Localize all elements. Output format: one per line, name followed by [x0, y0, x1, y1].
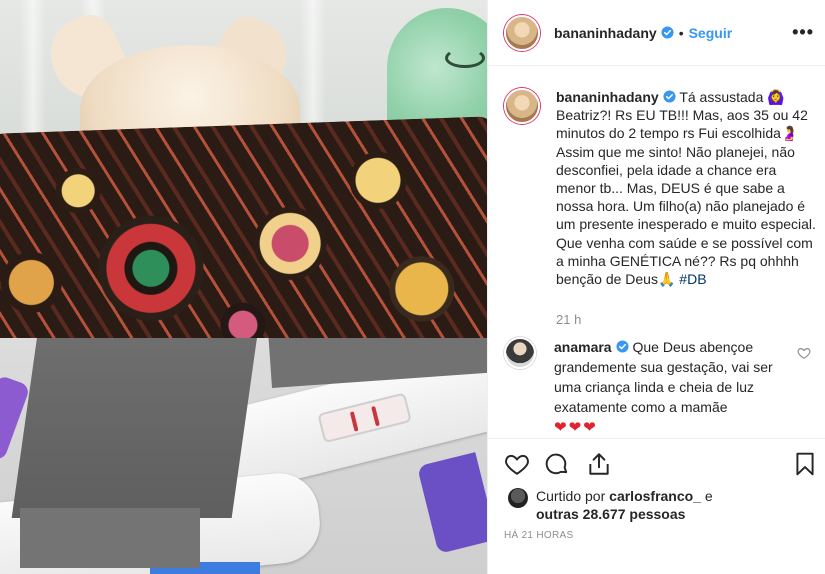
- comment-item: anamara Que Deus abençoe grandemente sua…: [504, 337, 816, 438]
- post-caption: bananinhadany Tá assustada 🙆‍♀️ Beatriz?…: [504, 88, 816, 288]
- separator-dot: •: [678, 24, 684, 41]
- commenter-username[interactable]: anamara: [554, 339, 612, 355]
- likes-prefix: Curtido por: [536, 488, 610, 504]
- comment-hearts: ❤❤❤: [554, 419, 598, 436]
- post-media[interactable]: [0, 0, 487, 574]
- verified-icon: [661, 26, 674, 39]
- post-panel: bananinhadany • Seguir ••• bananinhadany…: [487, 0, 825, 574]
- caption-time: 21 h: [556, 312, 582, 327]
- result-line: [371, 405, 380, 427]
- caption-username[interactable]: bananinhadany: [556, 89, 659, 105]
- gray-overlay: [20, 508, 200, 568]
- author-avatar[interactable]: [504, 14, 540, 51]
- hashtag-link[interactable]: #DB: [679, 271, 706, 287]
- likes-count-link[interactable]: outras 28.677 pessoas: [536, 506, 685, 522]
- verified-icon: [616, 340, 629, 353]
- more-options-icon[interactable]: •••: [792, 22, 814, 43]
- share-icon[interactable]: [586, 451, 612, 477]
- comment-text: anamara Que Deus abençoe grandemente sua…: [554, 337, 792, 438]
- liker-username[interactable]: carlosfranco_: [609, 488, 701, 504]
- caption-body: Tá assustada 🙆‍♀️ Beatriz?! Rs EU TB!!! …: [556, 89, 816, 288]
- post-timestamp[interactable]: HÁ 21 HORAS: [504, 530, 573, 541]
- patterned-blanket: [0, 116, 487, 338]
- photo-pregnancy-tests: [0, 338, 487, 574]
- post-header: bananinhadany • Seguir •••: [488, 0, 825, 66]
- pillow-face: [445, 48, 485, 68]
- bookmark-icon[interactable]: [792, 451, 818, 477]
- caption-avatar[interactable]: [504, 88, 540, 124]
- likes-text: Curtido por carlosfranco_ e outras 28.67…: [536, 487, 713, 523]
- comment-like-icon[interactable]: [797, 346, 811, 360]
- curtain-fold: [20, 0, 46, 140]
- result-line: [349, 411, 359, 432]
- photo-dog: [0, 0, 487, 338]
- like-icon[interactable]: [504, 451, 530, 477]
- test-cap-purple: [417, 452, 487, 554]
- test-result-window: [317, 392, 412, 444]
- follow-button[interactable]: Seguir: [689, 25, 733, 41]
- likes-connector: e: [700, 488, 713, 504]
- liker-avatar[interactable]: [508, 488, 528, 508]
- author-username[interactable]: bananinhadany: [554, 25, 657, 41]
- likes-summary: Curtido por carlosfranco_ e outras 28.67…: [508, 487, 713, 523]
- gray-overlay: [11, 338, 259, 518]
- verified-icon: [663, 90, 676, 103]
- curtain-fold: [300, 0, 326, 140]
- caption-text: bananinhadany Tá assustada 🙆‍♀️ Beatriz?…: [556, 88, 816, 288]
- commenter-avatar[interactable]: [504, 337, 536, 369]
- comment-icon[interactable]: [544, 451, 570, 477]
